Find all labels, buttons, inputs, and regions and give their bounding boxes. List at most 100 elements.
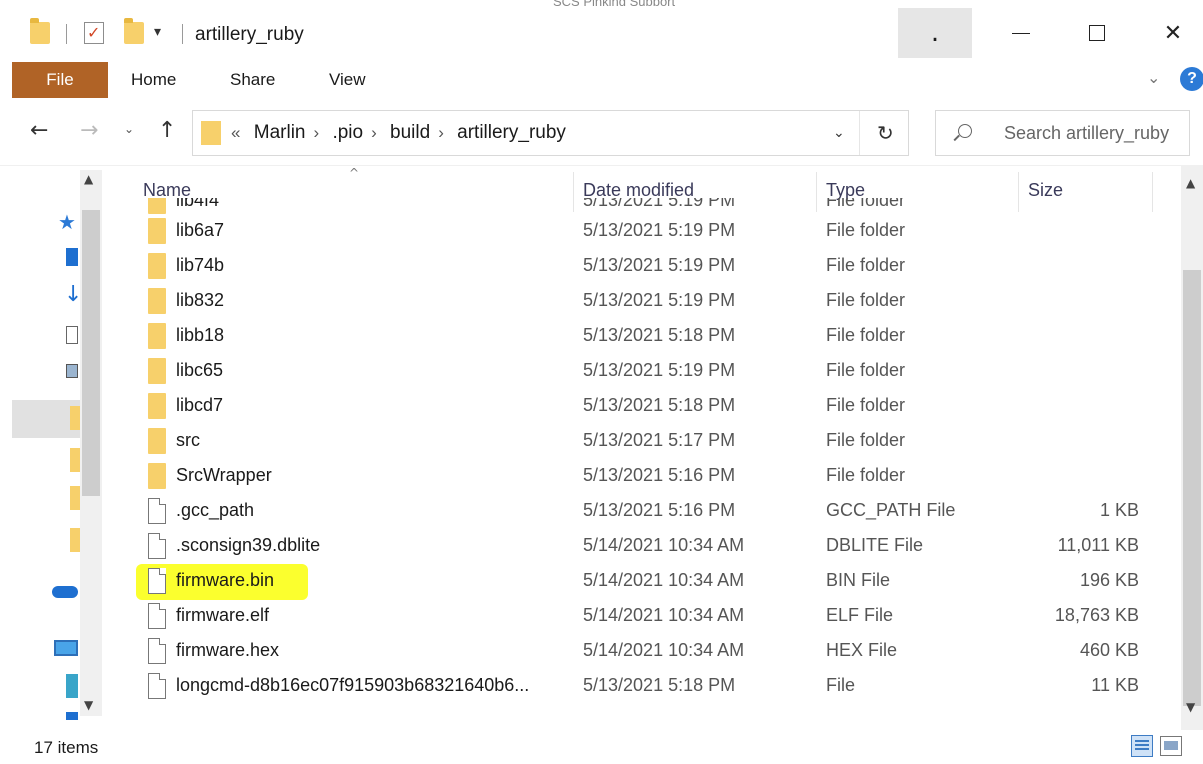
recent-locations-chevron-icon[interactable]: ⌄	[124, 122, 134, 136]
table-row[interactable]: .sconsign39.dblite 5/14/2021 10:34 AM DB…	[106, 529, 1181, 564]
status-bar: 17 items	[0, 730, 1203, 764]
tab-home[interactable]: Home	[131, 70, 176, 90]
title-bar: SCS Pinkind Support ▾ artillery_ruby . ✕	[0, 0, 1203, 62]
large-icons-view-icon[interactable]	[1160, 736, 1182, 756]
folder-icon[interactable]	[70, 406, 80, 430]
search-input[interactable]: Search artillery_ruby	[935, 110, 1190, 156]
address-history-dropdown-icon[interactable]: ⌄	[833, 125, 845, 141]
file-list: ^ Name Date modified Type Size lib4f4 5/…	[106, 166, 1181, 730]
breadcrumb-marlin[interactable]: Marlin	[254, 122, 306, 143]
chevron-right-icon[interactable]: ›	[371, 123, 377, 142]
up-button[interactable]: ↑	[158, 118, 176, 143]
file-type: HEX File	[826, 640, 898, 660]
toolbar-separator	[66, 24, 67, 44]
back-button[interactable]: ←	[30, 118, 48, 143]
file-size: 18,763 KB	[1054, 605, 1139, 625]
file-date: 5/13/2021 5:19 PM	[583, 290, 736, 310]
table-row[interactable]: libc65 5/13/2021 5:19 PM File folder	[106, 354, 1181, 389]
drive-icon[interactable]	[66, 712, 78, 720]
folder-icon[interactable]	[70, 486, 80, 510]
table-row[interactable]: SrcWrapper 5/13/2021 5:16 PM File folder	[106, 459, 1181, 494]
nav-pane-scrollbar-thumb[interactable]	[82, 210, 100, 496]
table-row[interactable]: lib4f4 5/13/2021 5:19 PM File folder	[106, 198, 1181, 214]
folder-icon	[148, 323, 166, 349]
minimize-button[interactable]	[984, 8, 1058, 58]
file-name: lib74b	[176, 255, 225, 275]
maximize-icon	[1089, 25, 1105, 41]
folder-icon	[148, 218, 166, 244]
file-name: firmware.hex	[176, 640, 280, 660]
desktop-icon[interactable]	[66, 248, 78, 266]
table-row[interactable]: lib832 5/13/2021 5:19 PM File folder	[106, 284, 1181, 319]
table-row-highlighted[interactable]: firmware.bin 5/14/2021 10:34 AM BIN File…	[106, 564, 1181, 600]
table-row[interactable]: longcmd-d8b16ec07f915903b68321640b6... 5…	[106, 669, 1181, 704]
new-folder-icon[interactable]	[124, 18, 144, 44]
file-type: File folder	[826, 465, 906, 485]
file-list-scrollbar-thumb[interactable]	[1183, 270, 1201, 706]
this-pc-icon[interactable]	[54, 640, 78, 656]
breadcrumb-build[interactable]: build	[390, 122, 430, 143]
customize-toolbar-dropdown-icon[interactable]: ▾	[154, 24, 161, 40]
quick-access-star-icon[interactable]: ★	[58, 210, 76, 234]
folder-icon[interactable]	[70, 528, 80, 552]
search-placeholder: Search artillery_ruby	[1004, 123, 1170, 143]
documents-icon[interactable]	[66, 326, 78, 344]
properties-icon[interactable]	[84, 22, 104, 44]
breadcrumb-pio[interactable]: .pio	[332, 122, 363, 143]
hidden-window-button[interactable]: .	[898, 8, 972, 58]
folder-icon	[148, 463, 166, 489]
file-type: File folder	[826, 360, 906, 380]
folder-icon[interactable]	[70, 448, 80, 472]
scroll-up-icon[interactable]: ▲	[1186, 176, 1195, 190]
forward-button[interactable]: →	[80, 118, 98, 143]
file-date: 5/14/2021 10:34 AM	[583, 605, 745, 625]
folder-icon	[148, 288, 166, 314]
file-name: libcd7	[176, 395, 224, 415]
scroll-down-icon[interactable]: ▼	[1186, 700, 1195, 714]
network-icon[interactable]	[66, 674, 78, 698]
details-view-icon[interactable]	[1131, 735, 1153, 757]
breadcrumb-overflow[interactable]: «	[231, 123, 240, 142]
scroll-up-icon[interactable]: ▲	[84, 172, 93, 186]
file-date: 5/13/2021 5:18 PM	[583, 675, 736, 695]
file-type: GCC_PATH File	[826, 500, 956, 520]
chevron-right-icon[interactable]: ›	[438, 123, 444, 142]
table-row[interactable]: libb18 5/13/2021 5:18 PM File folder	[106, 319, 1181, 354]
table-row[interactable]: src 5/13/2021 5:17 PM File folder	[106, 424, 1181, 459]
scroll-down-icon[interactable]: ▼	[84, 698, 93, 712]
folder-icon	[201, 121, 221, 145]
table-row[interactable]: firmware.hex 5/14/2021 10:34 AM HEX File…	[106, 634, 1181, 669]
file-name: SrcWrapper	[176, 465, 272, 485]
tab-file[interactable]: File	[12, 62, 108, 98]
file-type: File folder	[826, 430, 906, 450]
file-size: 196 KB	[1079, 570, 1139, 590]
table-row[interactable]: .gcc_path 5/13/2021 5:16 PM GCC_PATH Fil…	[106, 494, 1181, 529]
refresh-icon[interactable]: ↻	[877, 121, 894, 145]
minimize-icon	[1012, 32, 1030, 34]
file-type: File folder	[826, 255, 906, 275]
file-name: libc65	[176, 360, 224, 380]
maximize-button[interactable]	[1060, 8, 1134, 58]
file-type: ELF File	[826, 605, 894, 625]
file-list-scrollbar[interactable]: ▲ ▼	[1181, 166, 1203, 730]
chevron-right-icon[interactable]: ›	[313, 123, 319, 142]
close-button[interactable]: ✕	[1136, 8, 1203, 58]
table-row[interactable]: libcd7 5/13/2021 5:18 PM File folder	[106, 389, 1181, 424]
expand-ribbon-chevron-icon[interactable]: ⌄	[1147, 68, 1160, 87]
item-count: 17 items	[34, 738, 99, 757]
table-row[interactable]: firmware.elf 5/14/2021 10:34 AM ELF File…	[106, 599, 1181, 634]
pictures-icon[interactable]	[66, 364, 78, 378]
tab-share[interactable]: Share	[230, 70, 275, 90]
file-type: File folder	[826, 395, 906, 415]
table-row[interactable]: lib74b 5/13/2021 5:19 PM File folder	[106, 249, 1181, 284]
onedrive-icon[interactable]	[52, 586, 78, 598]
folder-icon	[148, 358, 166, 384]
file-name: .sconsign39.dblite	[176, 535, 321, 555]
tab-view[interactable]: View	[329, 70, 366, 90]
breadcrumb-artillery-ruby[interactable]: artillery_ruby	[457, 122, 566, 143]
address-bar[interactable]: « Marlin › .pio › build › artillery_ruby ⌄ …	[192, 110, 909, 156]
folder-icon	[148, 198, 166, 214]
table-row[interactable]: lib6a7 5/13/2021 5:19 PM File folder	[106, 214, 1181, 249]
help-icon[interactable]: ?	[1180, 67, 1203, 91]
file-name: firmware.bin	[176, 570, 275, 590]
